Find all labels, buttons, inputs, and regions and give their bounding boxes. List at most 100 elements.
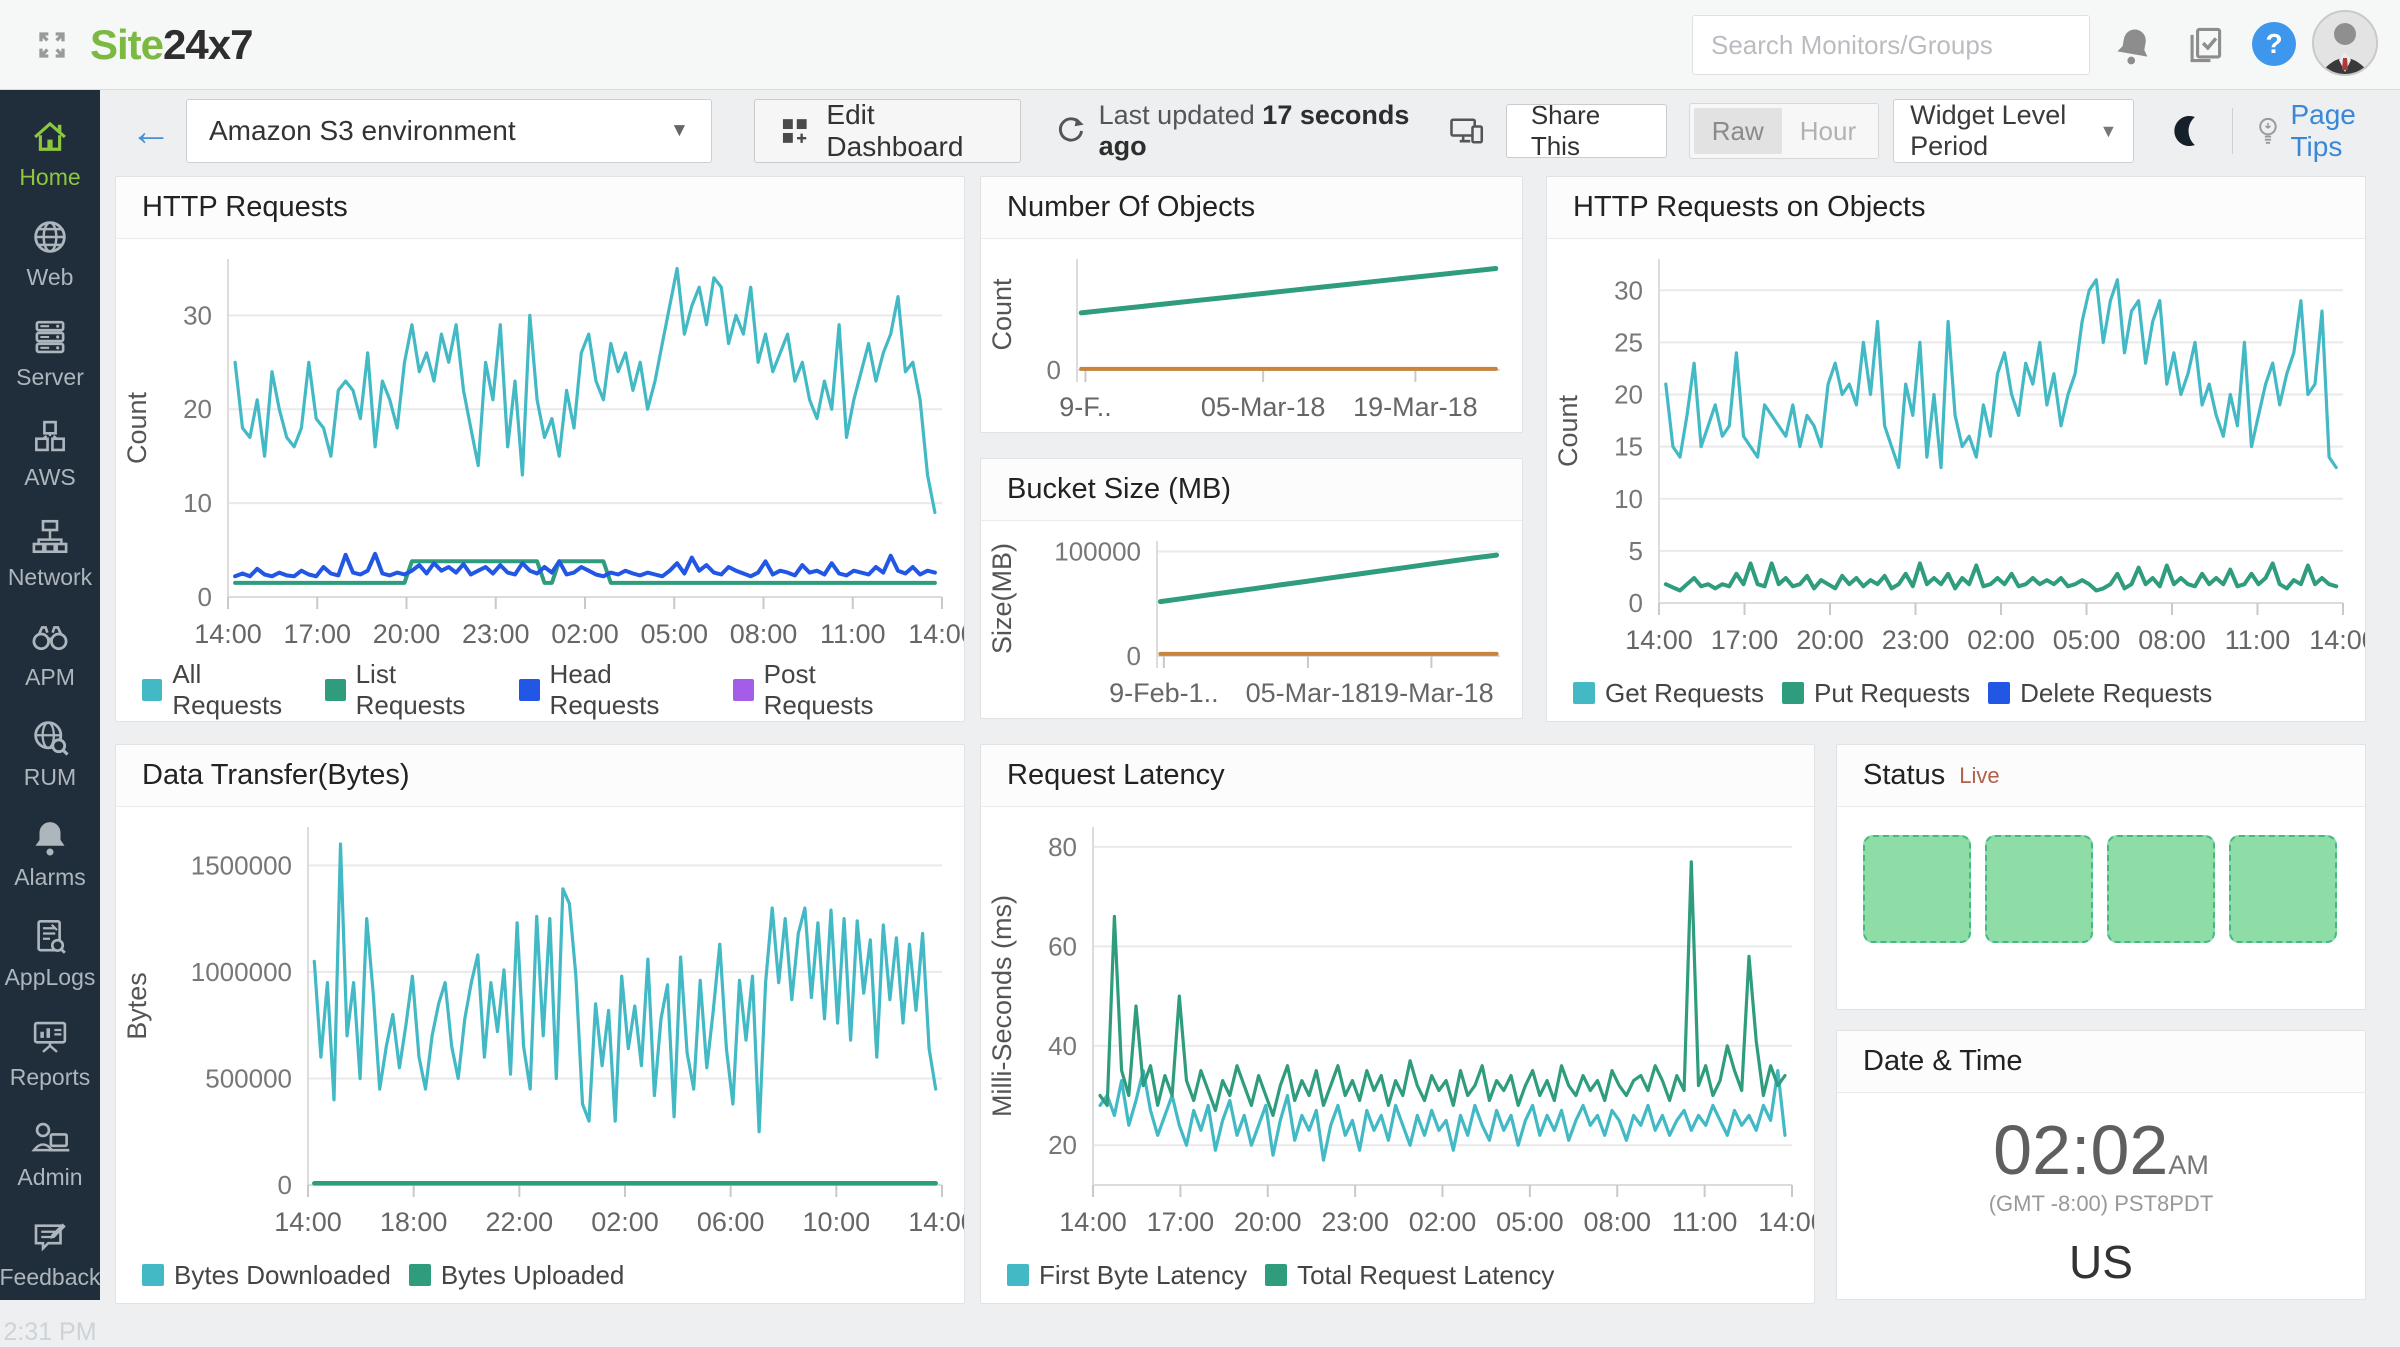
dashboard-grid-icon <box>779 113 811 149</box>
svg-text:11:00: 11:00 <box>1672 1207 1738 1237</box>
panel-title: Status Live <box>1837 745 2365 807</box>
monitor-status-tile[interactable] <box>1985 835 2093 943</box>
legend-item[interactable]: Total Request Latency <box>1265 1260 1554 1291</box>
http-requests-on-objects-chart: 05101520253014:0017:0020:0023:0002:0005:… <box>1547 239 2365 665</box>
tasks-clipboard-icon[interactable] <box>2182 23 2226 67</box>
legend-swatch <box>1007 1264 1029 1286</box>
legend-item[interactable]: Put Requests <box>1782 678 1970 709</box>
svg-text:18:00: 18:00 <box>380 1207 448 1237</box>
page-tips-button[interactable]: Page Tips <box>2253 99 2400 163</box>
legend-item[interactable]: Bytes Downloaded <box>142 1260 391 1291</box>
svg-text:05:00: 05:00 <box>1496 1207 1564 1237</box>
chevron-down-icon: ▼ <box>2099 121 2117 142</box>
search-input[interactable] <box>1692 15 2090 75</box>
svg-text:14:00: 14:00 <box>1758 1207 1814 1237</box>
status-tiles <box>1837 807 2365 971</box>
svg-text:0: 0 <box>1047 355 1061 385</box>
bucket-size-chart: 01000009-Feb-1..05-Mar-1819-Mar-18Size(M… <box>981 521 1522 718</box>
http-requests-on-objects-legend: Get Requests Put Requests Delete Requests <box>1547 665 2365 721</box>
sidebar-item-alarms[interactable]: Alarms <box>0 804 100 904</box>
http-requests-on-objects-panel: HTTP Requests on Objects 05101520253014:… <box>1546 176 2366 722</box>
svg-text:05-Mar-18: 05-Mar-18 <box>1201 392 1326 422</box>
svg-text:25: 25 <box>1614 327 1643 357</box>
number-of-objects-panel: Number Of Objects 09-F..05-Mar-1819-Mar-… <box>980 176 1523 433</box>
panel-title: HTTP Requests <box>116 177 964 239</box>
svg-text:02:00: 02:00 <box>591 1207 659 1237</box>
legend-item[interactable]: Delete Requests <box>1988 678 2212 709</box>
widget-level-period-selector[interactable]: Widget Level Period ▼ <box>1893 99 2134 163</box>
presentation-icon <box>29 1016 71 1058</box>
sidebar-item-admin[interactable]: Admin <box>0 1104 100 1204</box>
svg-text:14:00: 14:00 <box>1625 625 1693 655</box>
timezone-label: (GMT -8:00) PST8PDT <box>1989 1191 2214 1217</box>
svg-text:14:00: 14:00 <box>274 1207 342 1237</box>
legend-item[interactable]: Get Requests <box>1573 678 1764 709</box>
aws-cubes-icon <box>29 416 71 458</box>
sidebar-item-server[interactable]: Server <box>0 304 100 404</box>
sidebar-item-home[interactable]: Home <box>0 104 100 204</box>
dashboard-controls: ← Amazon S3 environment ▼ Edit Dashboard… <box>100 90 2400 172</box>
svg-text:Count: Count <box>1553 394 1583 467</box>
svg-text:20: 20 <box>1048 1130 1077 1160</box>
http-requests-chart: 010203014:0017:0020:0023:0002:0005:0008:… <box>116 239 964 659</box>
raw-toggle-option[interactable]: Raw <box>1694 108 1782 154</box>
back-arrow-icon[interactable]: ← <box>130 110 172 152</box>
legend-item[interactable]: Post Requests <box>733 659 920 721</box>
legend-item[interactable]: List Requests <box>325 659 501 721</box>
svg-text:10: 10 <box>183 488 212 518</box>
notifications-bell-icon[interactable] <box>2112 23 2156 67</box>
legend-item[interactable]: Head Requests <box>519 659 715 721</box>
svg-text:Size(MB): Size(MB) <box>987 543 1017 654</box>
user-avatar[interactable] <box>2312 10 2378 76</box>
svg-text:5: 5 <box>1629 536 1643 566</box>
chevron-down-icon: ▼ <box>670 120 689 142</box>
edit-dashboard-button[interactable]: Edit Dashboard <box>754 99 1021 163</box>
sidebar-item-feedback[interactable]: Feedback <box>0 1204 100 1304</box>
svg-text:10: 10 <box>1614 484 1643 514</box>
monitor-status-tile[interactable] <box>1863 835 1971 943</box>
top-bar: Site24x7 ? <box>0 0 2400 90</box>
svg-text:11:00: 11:00 <box>820 619 886 649</box>
monitor-status-tile[interactable] <box>2229 835 2337 943</box>
svg-text:30: 30 <box>183 300 212 330</box>
sidebar-item-applogs[interactable]: AppLogs <box>0 904 100 1004</box>
svg-text:08:00: 08:00 <box>1583 1207 1651 1237</box>
panel-title: Date & Time <box>1837 1031 2365 1093</box>
clock-time: 02:02AM <box>1993 1115 2209 1185</box>
monitor-status-tile[interactable] <box>2107 835 2215 943</box>
display-mode-icon[interactable] <box>1447 111 1486 151</box>
svg-text:05:00: 05:00 <box>640 619 708 649</box>
sidebar-item-network[interactable]: Network <box>0 504 100 604</box>
legend-swatch <box>1573 682 1595 704</box>
sidebar-item-aws[interactable]: AWS <box>0 404 100 504</box>
legend-swatch <box>519 679 539 701</box>
svg-text:14:00: 14:00 <box>1059 1207 1127 1237</box>
date-time-body: 02:02AM (GMT -8:00) PST8PDT US 23 Mar 20… <box>1837 1093 2365 1300</box>
sidebar-item-web[interactable]: Web <box>0 204 100 304</box>
http-requests-legend: All Requests List Requests Head Requests Po… <box>116 659 964 721</box>
svg-text:19-Mar-18: 19-Mar-18 <box>1369 678 1494 708</box>
dashboard-selector[interactable]: Amazon S3 environment ▼ <box>186 99 712 163</box>
svg-text:02:00: 02:00 <box>1967 625 2035 655</box>
svg-text:1000000: 1000000 <box>191 957 292 987</box>
sidebar-item-reports[interactable]: Reports <box>0 1004 100 1104</box>
sidebar-item-rum[interactable]: RUM <box>0 704 100 804</box>
refresh-icon[interactable] <box>1055 113 1087 149</box>
sidebar-item-apm[interactable]: APM <box>0 604 100 704</box>
expand-icon[interactable] <box>30 23 74 67</box>
panel-title: Data Transfer(Bytes) <box>116 745 964 807</box>
legend-swatch <box>1782 682 1804 704</box>
svg-text:10:00: 10:00 <box>803 1207 871 1237</box>
legend-item[interactable]: Bytes Uploaded <box>409 1260 625 1291</box>
legend-item[interactable]: First Byte Latency <box>1007 1260 1247 1291</box>
share-this-button[interactable]: Share This <box>1506 104 1667 158</box>
svg-text:14:00: 14:00 <box>2309 625 2365 655</box>
hour-toggle-option[interactable]: Hour <box>1782 108 1874 154</box>
svg-text:11:00: 11:00 <box>2225 625 2291 655</box>
legend-item[interactable]: All Requests <box>142 659 307 721</box>
svg-text:9-Feb-1..: 9-Feb-1.. <box>1109 678 1219 708</box>
svg-text:0: 0 <box>1127 641 1141 671</box>
svg-text:20: 20 <box>1614 380 1643 410</box>
help-icon[interactable]: ? <box>2252 22 2296 66</box>
dark-mode-moon-icon[interactable] <box>2172 111 2207 151</box>
